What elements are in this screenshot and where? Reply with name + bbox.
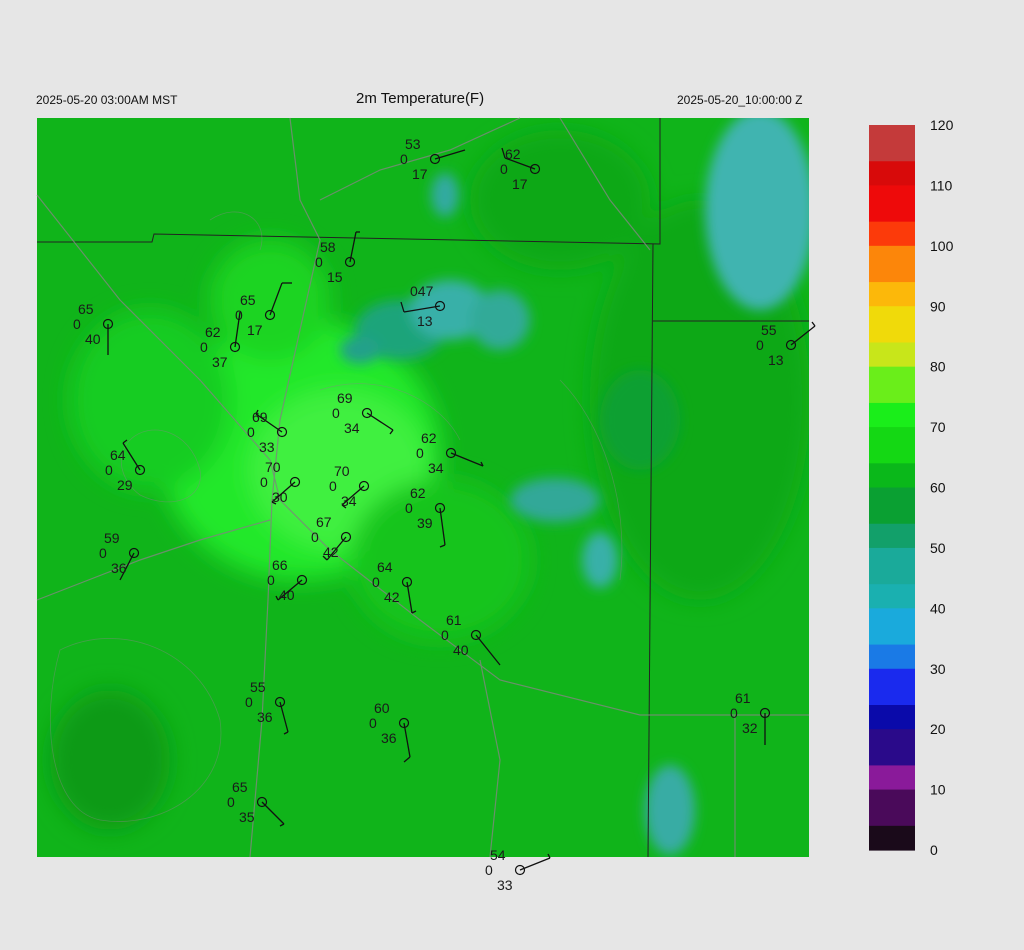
- colorbar-band: [869, 402, 915, 416]
- colorbar-band: [869, 221, 915, 235]
- colorbar-band: [869, 668, 915, 682]
- colorbar-band: [869, 475, 915, 489]
- colorbar-band: [869, 306, 915, 319]
- colorbar-band: [869, 584, 915, 597]
- colorbar-tick-label: 90: [930, 298, 946, 314]
- colorbar-band: [869, 354, 915, 368]
- colorbar-band: [869, 294, 915, 307]
- temperature-colorbar: 0 10 20 30 40 50 60 70 80 90 100 110 120: [869, 117, 954, 858]
- colorbar-tick-label: 110: [930, 177, 953, 193]
- colorbar-band: [869, 233, 915, 247]
- colorbar-tick-label: 120: [930, 117, 954, 133]
- colorbar-band: [869, 825, 915, 839]
- colorbar-band: [869, 149, 915, 162]
- colorbar-band: [869, 547, 915, 561]
- colorbar-tick-label: 60: [930, 480, 946, 496]
- colorbar-band: [869, 245, 915, 259]
- colorbar-band: [869, 378, 915, 392]
- colorbar-band: [869, 717, 915, 730]
- colorbar-band: [869, 656, 915, 670]
- colorbar-tick-label: 100: [930, 238, 954, 254]
- colorbar-band: [869, 572, 915, 585]
- colorbar-band: [869, 813, 915, 827]
- colorbar-band: [869, 137, 915, 150]
- colorbar-band: [869, 125, 915, 138]
- colorbar-band: [869, 330, 915, 344]
- colorbar-band: [869, 789, 915, 803]
- colorbar-band: [869, 427, 915, 440]
- colorbar-tick-label: 50: [930, 540, 946, 556]
- colorbar-band: [869, 173, 915, 187]
- colorbar-band: [869, 390, 915, 404]
- colorbar-tick-label: 80: [930, 359, 946, 375]
- colorbar-band: [869, 185, 915, 199]
- colorbar-band: [869, 596, 915, 609]
- colorbar-band: [869, 765, 915, 779]
- colorbar-band: [869, 741, 915, 754]
- colorbar-band: [869, 753, 915, 767]
- colorbar-band: [869, 342, 915, 356]
- colorbar-band: [869, 801, 915, 815]
- colorbar-labels: 0 10 20 30 40 50 60 70 80 90 100 110 120: [930, 117, 954, 858]
- colorbar-band: [869, 837, 915, 851]
- colorbar-band: [869, 680, 915, 694]
- colorbar-band: [869, 523, 915, 537]
- colorbar-band: [869, 632, 915, 646]
- colorbar-band: [869, 777, 915, 791]
- colorbar-band: [869, 463, 915, 477]
- colorbar-band: [869, 282, 915, 295]
- colorbar-band: [869, 692, 915, 706]
- colorbar-band: [869, 535, 915, 549]
- colorbar-tick-label: 10: [930, 782, 946, 798]
- colorbar-band: [869, 608, 915, 622]
- colorbar-scale: [869, 125, 915, 851]
- colorbar-band: [869, 705, 915, 718]
- colorbar-band: [869, 270, 915, 283]
- colorbar-band: [869, 560, 915, 573]
- colorbar-band: [869, 197, 915, 211]
- colorbar-band: [869, 511, 915, 525]
- colorbar-band: [869, 729, 915, 742]
- colorbar-band: [869, 257, 915, 271]
- colorbar-band: [869, 487, 915, 501]
- colorbar-tick-label: 40: [930, 600, 946, 616]
- colorbar-band: [869, 439, 915, 452]
- colorbar-tick-label: 0: [930, 842, 938, 858]
- colorbar-band: [869, 451, 915, 464]
- colorbar-tick-label: 70: [930, 419, 946, 435]
- colorbar-band: [869, 366, 915, 380]
- colorbar-band: [869, 499, 915, 513]
- colorbar-band: [869, 318, 915, 332]
- colorbar-band: [869, 620, 915, 634]
- colorbar-tick-label: 30: [930, 661, 946, 677]
- colorbar-band: [869, 644, 915, 658]
- colorbar-band: [869, 415, 915, 428]
- colorbar-tick-label: 20: [930, 721, 946, 737]
- colorbar-band: [869, 209, 915, 223]
- colorbar-band: [869, 161, 915, 174]
